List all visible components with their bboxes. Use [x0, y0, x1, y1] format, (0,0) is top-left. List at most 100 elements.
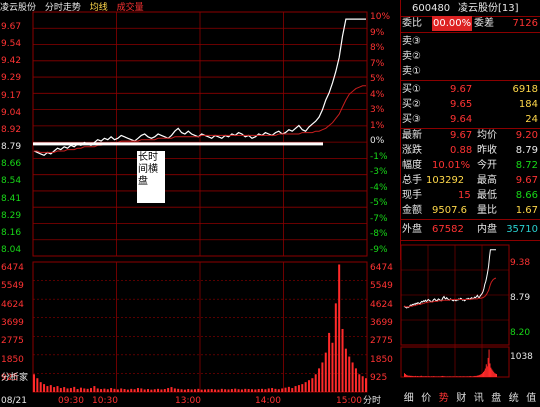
volume-bar — [210, 389, 213, 392]
axis-tick-label: 2775 — [370, 336, 393, 347]
volume-bar — [234, 388, 237, 392]
axis-tick-label: 6474 — [1, 263, 24, 273]
volume-bar — [147, 389, 150, 392]
volume-bar — [301, 384, 304, 392]
volume-bar — [69, 388, 72, 392]
volume-bar — [297, 385, 300, 392]
volume-bar — [351, 362, 354, 392]
panel-tab[interactable]: 价 — [418, 390, 436, 407]
volume-bar — [348, 356, 351, 392]
volume-bar — [150, 389, 153, 392]
volume-bar — [193, 389, 196, 392]
mini-volume-bars — [404, 349, 497, 377]
volume-bar — [277, 389, 280, 392]
volume-bar — [354, 368, 357, 392]
volume-bar — [271, 388, 274, 392]
timeshare-label: 分时 — [363, 396, 382, 406]
axis-tick-label: 1% — [370, 120, 385, 131]
volume-bar — [157, 388, 160, 392]
volume-bar — [126, 389, 129, 392]
axis-tick-label: 4% — [370, 89, 385, 100]
volume-bar — [197, 388, 200, 392]
panel-tab[interactable]: 值 — [523, 390, 540, 407]
amount-row: 金额 9507.6 量比 1.67 — [402, 205, 538, 216]
axis-tick-label: -3% — [370, 167, 388, 178]
panel-tab[interactable]: 细 — [400, 390, 418, 407]
weicha-value: 7126 — [512, 18, 538, 29]
volume-bar — [274, 388, 277, 392]
axis-tick-label: 6474 — [370, 263, 393, 273]
grid-lines — [32, 11, 368, 393]
volume-bar — [33, 374, 35, 392]
volume-bar — [130, 388, 133, 392]
volume-bar — [167, 388, 170, 392]
buy3-row: 买③ 9.64 24 — [402, 114, 538, 125]
volume-bar — [257, 389, 260, 392]
axis-tick-label: 9.04 — [1, 107, 22, 118]
volume-bar — [307, 380, 310, 392]
volume-bar — [73, 386, 76, 392]
weibi-value: 00.00% — [432, 16, 473, 31]
panel-tab[interactable]: 盘 — [488, 390, 506, 407]
volume-bar — [170, 387, 173, 392]
axis-tick-label: 2775 — [1, 336, 24, 347]
volume-bar — [93, 386, 96, 392]
outer-inner-row: 外盘 67582 内盘 35710 — [402, 224, 538, 235]
volume-bar — [230, 389, 233, 392]
mini-axis-low: 8.20 — [510, 328, 531, 338]
panel-tab[interactable]: 财 — [453, 390, 471, 407]
panel-tab[interactable]: 势 — [435, 390, 453, 407]
axis-tick-label: 10% — [370, 12, 391, 22]
axis-tick-label: 5549 — [1, 281, 24, 292]
axis-tick-label: -8% — [370, 229, 388, 240]
stock-code: 600480 — [412, 3, 451, 14]
volume-bar — [90, 388, 93, 392]
weibi-row: 委比 00.00% 委差 7126 — [402, 16, 538, 31]
mini-axis-mid: 8.79 — [510, 293, 531, 303]
analyst-label: 分析家 — [1, 373, 29, 383]
axis-tick-label: 7% — [370, 58, 385, 69]
axis-tick-label: 8.29 — [1, 210, 22, 221]
axis-tick-label: 3699 — [1, 318, 24, 328]
volume-bar — [311, 378, 314, 392]
volume-bar — [83, 388, 86, 392]
mini-grid — [400, 244, 510, 378]
axis-tick-label: 5% — [370, 74, 385, 85]
volume-bar — [254, 389, 257, 392]
total-volume-row: 总手 103292 最高 9.67 — [402, 175, 538, 186]
volume-bar — [281, 388, 284, 392]
volume-bar — [183, 389, 186, 392]
volume-bar — [120, 388, 123, 392]
panel-tab[interactable]: 统 — [505, 390, 523, 407]
buy2-row: 买② 9.65 184 — [402, 99, 538, 110]
volume-bar — [86, 388, 89, 392]
volume-bar — [100, 389, 103, 392]
volume-bar — [133, 389, 136, 392]
volume-bar — [244, 388, 247, 392]
axis-tick-label: 4624 — [370, 299, 393, 310]
axis-tick-label: -5% — [370, 198, 388, 209]
volume-bar — [237, 389, 240, 392]
latest-row: 最新 9.67 均价 9.20 — [402, 130, 538, 141]
volume-bar — [110, 388, 113, 392]
time-tick-label: 15:00 — [336, 396, 362, 406]
panel-tab[interactable]: 讯 — [470, 390, 488, 407]
volume-bar — [240, 389, 243, 392]
volume-bar — [106, 389, 109, 392]
axis-tick-label: 925 — [370, 373, 388, 383]
volume-bar — [56, 386, 59, 392]
volume-bar — [76, 389, 79, 392]
amplitude-row: 幅度 10.01% 今开 8.72 — [402, 160, 538, 171]
volume-bar — [53, 387, 56, 392]
volume-bar — [294, 386, 297, 392]
axis-tick-label: -7% — [370, 213, 388, 224]
volume-bar — [224, 389, 227, 392]
axis-tick-label: 9.54 — [1, 39, 22, 50]
volume-bar — [190, 389, 193, 392]
volume-bar — [365, 378, 367, 392]
volume-bar — [79, 387, 82, 392]
intraday-price-chart[interactable] — [0, 0, 400, 407]
volume-bar — [63, 387, 66, 392]
axis-tick-label: 0% — [370, 136, 385, 147]
axis-tick-label: 9% — [370, 27, 385, 38]
